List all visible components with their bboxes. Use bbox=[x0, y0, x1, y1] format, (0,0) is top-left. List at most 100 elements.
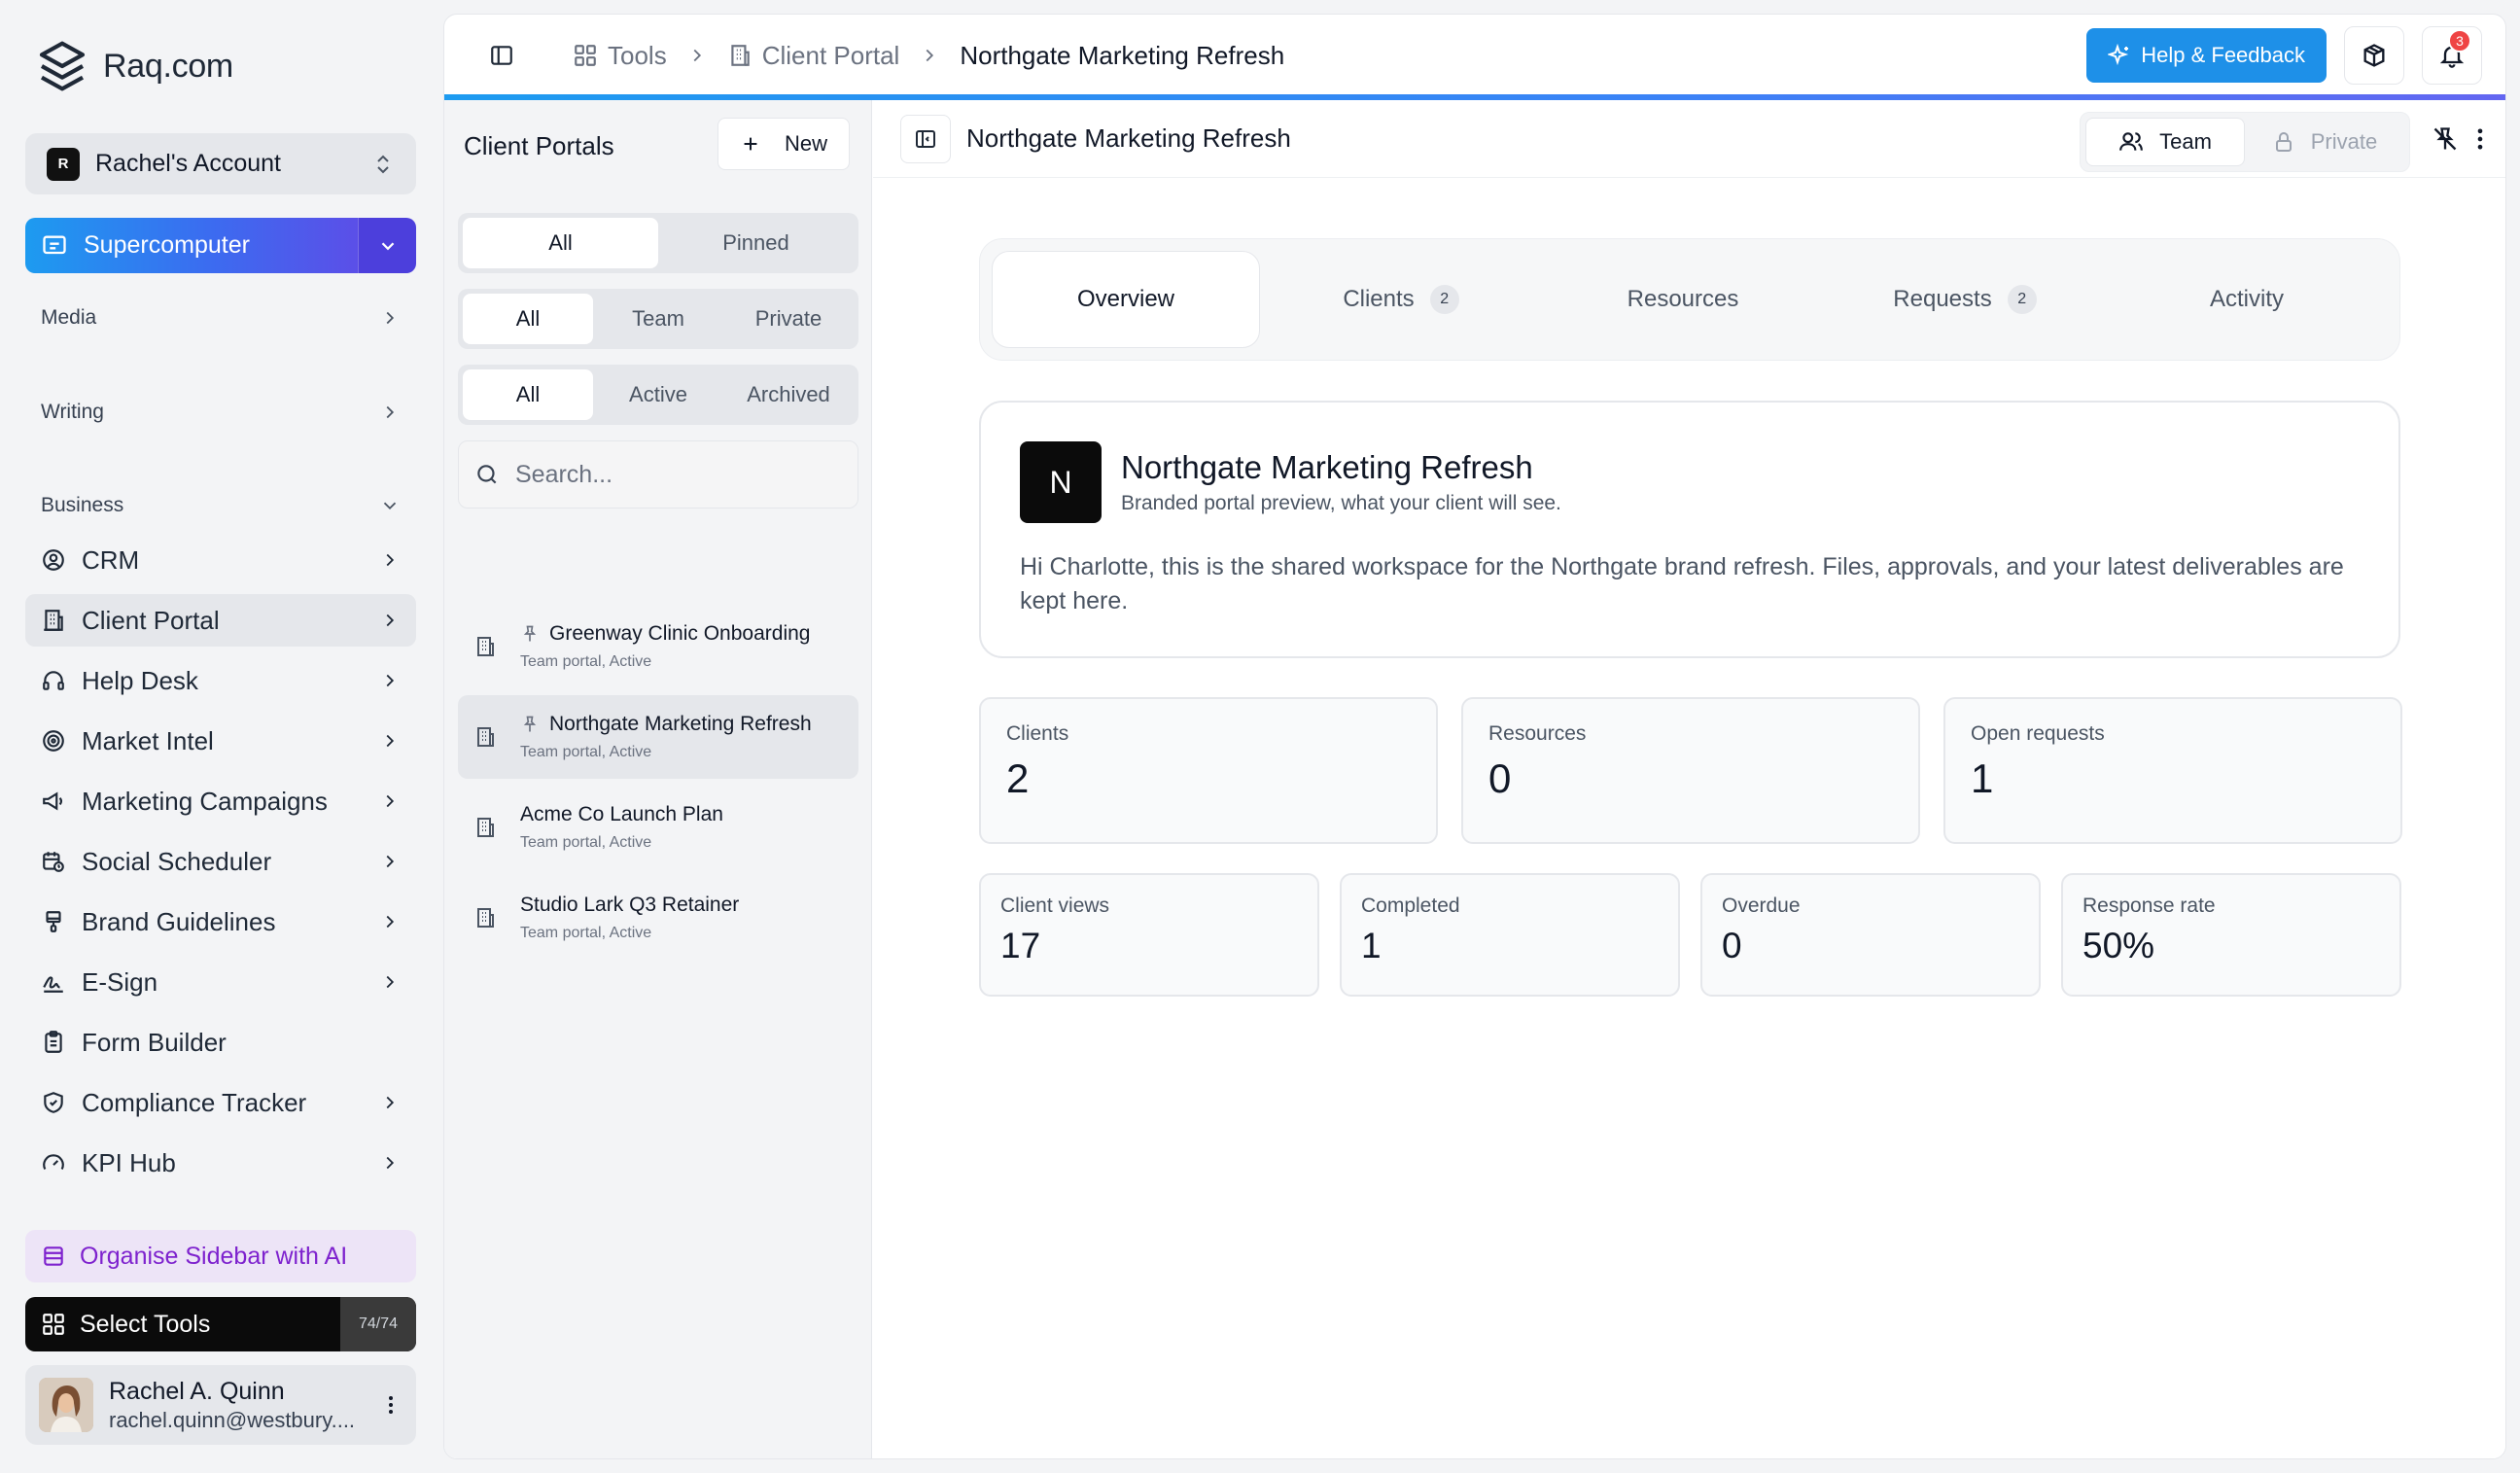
notification-count-badge: 3 bbox=[2448, 29, 2471, 53]
chevron-right-icon bbox=[379, 790, 401, 812]
breadcrumb-label: Northgate Marketing Refresh bbox=[960, 40, 1285, 70]
portal-name: Greenway Clinic Onboarding bbox=[549, 622, 811, 645]
portal-list-item[interactable]: Acme Co Launch Plan Team portal, Active bbox=[458, 786, 858, 869]
metric-card-overdue: Overdue 0 bbox=[1700, 873, 2041, 997]
stat-value: 1 bbox=[1971, 755, 1994, 801]
visibility-private[interactable]: Private bbox=[2245, 118, 2404, 166]
sidebar-item-e-sign[interactable]: E-Sign bbox=[25, 956, 416, 1008]
visibility-team[interactable]: Team bbox=[2085, 118, 2245, 166]
breadcrumb-client-portal[interactable]: Client Portal bbox=[727, 41, 899, 71]
sidebar-item-market-intel[interactable]: Market Intel bbox=[25, 715, 416, 767]
tab-overview[interactable]: Overview bbox=[992, 251, 1260, 348]
status-filter: All Active Archived bbox=[458, 365, 858, 425]
unpin-icon[interactable] bbox=[2432, 125, 2459, 153]
users-icon bbox=[2118, 129, 2144, 155]
user-profile[interactable]: Rachel A. Quinn rachel.quinn@westbury...… bbox=[25, 1365, 416, 1445]
sidebar-section-label: Writing bbox=[41, 401, 104, 423]
detail-tabs: Overview Clients 2 Resources Requests 2 … bbox=[979, 238, 2400, 361]
sidebar-item-help-desk[interactable]: Help Desk bbox=[25, 654, 416, 707]
building-icon bbox=[473, 725, 507, 749]
filter-active[interactable]: Active bbox=[593, 369, 723, 420]
sidebar-item-compliance-tracker[interactable]: Compliance Tracker bbox=[25, 1076, 416, 1129]
tab-activity[interactable]: Activity bbox=[2106, 251, 2388, 348]
more-vertical-icon[interactable] bbox=[379, 1393, 402, 1417]
sidebar-toggle-icon[interactable] bbox=[489, 43, 514, 68]
filter-archived[interactable]: Archived bbox=[723, 369, 854, 420]
metric-label: Overdue bbox=[1722, 894, 1801, 917]
topbar-actions: Help & Feedback 3 bbox=[2086, 26, 2482, 85]
headset-icon bbox=[41, 668, 74, 693]
chevron-right-icon bbox=[379, 307, 401, 329]
supercomputer-dropdown-button[interactable] bbox=[358, 218, 416, 273]
search-input[interactable] bbox=[515, 460, 842, 489]
account-name: Rachel's Account bbox=[95, 150, 281, 177]
account-switcher[interactable]: R Rachel's Account bbox=[25, 133, 416, 194]
shield-check-icon bbox=[41, 1090, 74, 1115]
sidebar-item-social-scheduler[interactable]: Social Scheduler bbox=[25, 835, 416, 888]
tab-requests[interactable]: Requests 2 bbox=[1824, 251, 2106, 348]
app-logo[interactable]: Raq.com bbox=[35, 39, 233, 93]
chevron-right-icon bbox=[379, 971, 401, 993]
more-vertical-icon[interactable] bbox=[2467, 125, 2494, 153]
metric-value: 17 bbox=[1000, 926, 1041, 965]
chevron-right-icon bbox=[379, 1152, 401, 1174]
select-tools-button[interactable]: Select Tools 74/74 bbox=[25, 1297, 416, 1351]
pin-filter: All Pinned bbox=[458, 213, 858, 273]
user-name: Rachel A. Quinn bbox=[109, 1377, 285, 1405]
sidebar-section-media[interactable]: Media bbox=[25, 292, 416, 344]
filter-all[interactable]: All bbox=[463, 369, 593, 420]
filter-team[interactable]: Team bbox=[593, 294, 723, 344]
tab-label: Clients bbox=[1343, 286, 1415, 312]
filter-all[interactable]: All bbox=[463, 294, 593, 344]
breadcrumb-label: Tools bbox=[608, 40, 667, 70]
collapse-list-button[interactable] bbox=[900, 114, 951, 163]
detail-title: Northgate Marketing Refresh bbox=[966, 123, 1291, 153]
tab-resources[interactable]: Resources bbox=[1542, 251, 1824, 348]
supercomputer-button[interactable]: Supercomputer bbox=[25, 218, 358, 273]
tab-clients[interactable]: Clients 2 bbox=[1260, 251, 1542, 348]
chevron-right-icon bbox=[379, 610, 401, 631]
chevron-right-icon bbox=[379, 402, 401, 423]
portal-meta: Team portal, Active bbox=[520, 744, 652, 760]
layers-logo-icon bbox=[35, 39, 89, 93]
breadcrumb-tools[interactable]: Tools bbox=[573, 41, 667, 71]
extensions-button[interactable] bbox=[2344, 26, 2404, 85]
account-avatar: R bbox=[47, 147, 80, 181]
sidebar-item-label: Market Intel bbox=[82, 725, 214, 755]
main-frame: Tools Client Portal Northgate Marketing … bbox=[443, 14, 2506, 1459]
sidebar-item-brand-guidelines[interactable]: Brand Guidelines bbox=[25, 895, 416, 948]
pin-icon bbox=[520, 715, 540, 734]
sidebar-item-client-portal[interactable]: Client Portal bbox=[25, 594, 416, 647]
filter-all[interactable]: All bbox=[463, 218, 658, 268]
notifications-button[interactable]: 3 bbox=[2422, 26, 2482, 85]
building-icon bbox=[727, 43, 752, 68]
sidebar-item-kpi-hub[interactable]: KPI Hub bbox=[25, 1137, 416, 1189]
portal-list-item[interactable]: Greenway Clinic Onboarding Team portal, … bbox=[458, 605, 858, 688]
sidebar-section-business[interactable]: Business bbox=[25, 479, 416, 532]
calendar-clock-icon bbox=[41, 849, 74, 874]
new-portal-button[interactable]: New bbox=[717, 118, 850, 170]
organise-sidebar-button[interactable]: Organise Sidebar with AI bbox=[25, 1230, 416, 1282]
preview-subtitle: Branded portal preview, what your client… bbox=[1121, 492, 1561, 514]
chevron-right-icon bbox=[919, 45, 940, 66]
sidebar-item-form-builder[interactable]: Form Builder bbox=[25, 1016, 416, 1069]
chevron-right-icon bbox=[379, 730, 401, 752]
tab-label: Requests bbox=[1893, 286, 1992, 312]
sidebar-section-label: Business bbox=[41, 494, 124, 516]
filter-pinned[interactable]: Pinned bbox=[658, 218, 854, 268]
portal-list-item[interactable]: Studio Lark Q3 Retainer Team portal, Act… bbox=[458, 876, 858, 960]
topbar: Tools Client Portal Northgate Marketing … bbox=[444, 15, 2505, 96]
portal-list-item[interactable]: Northgate Marketing Refresh Team portal,… bbox=[458, 695, 858, 779]
sidebar-item-marketing-campaigns[interactable]: Marketing Campaigns bbox=[25, 775, 416, 827]
help-feedback-button[interactable]: Help & Feedback bbox=[2086, 28, 2327, 83]
portal-name: Studio Lark Q3 Retainer bbox=[520, 894, 740, 916]
stat-value: 0 bbox=[1488, 755, 1512, 801]
metric-card-response-rate: Response rate 50% bbox=[2061, 873, 2401, 997]
sidebar-item-crm[interactable]: CRM bbox=[25, 534, 416, 586]
sidebar-section-writing[interactable]: Writing bbox=[25, 386, 416, 438]
sidebar-item-label: E-Sign bbox=[82, 966, 158, 997]
app-name: Raq.com bbox=[103, 47, 233, 85]
filter-private[interactable]: Private bbox=[723, 294, 854, 344]
portal-list-panel: Client Portals New All Pinned All Team P… bbox=[444, 100, 872, 1458]
visibility-label: Team bbox=[2159, 129, 2212, 154]
